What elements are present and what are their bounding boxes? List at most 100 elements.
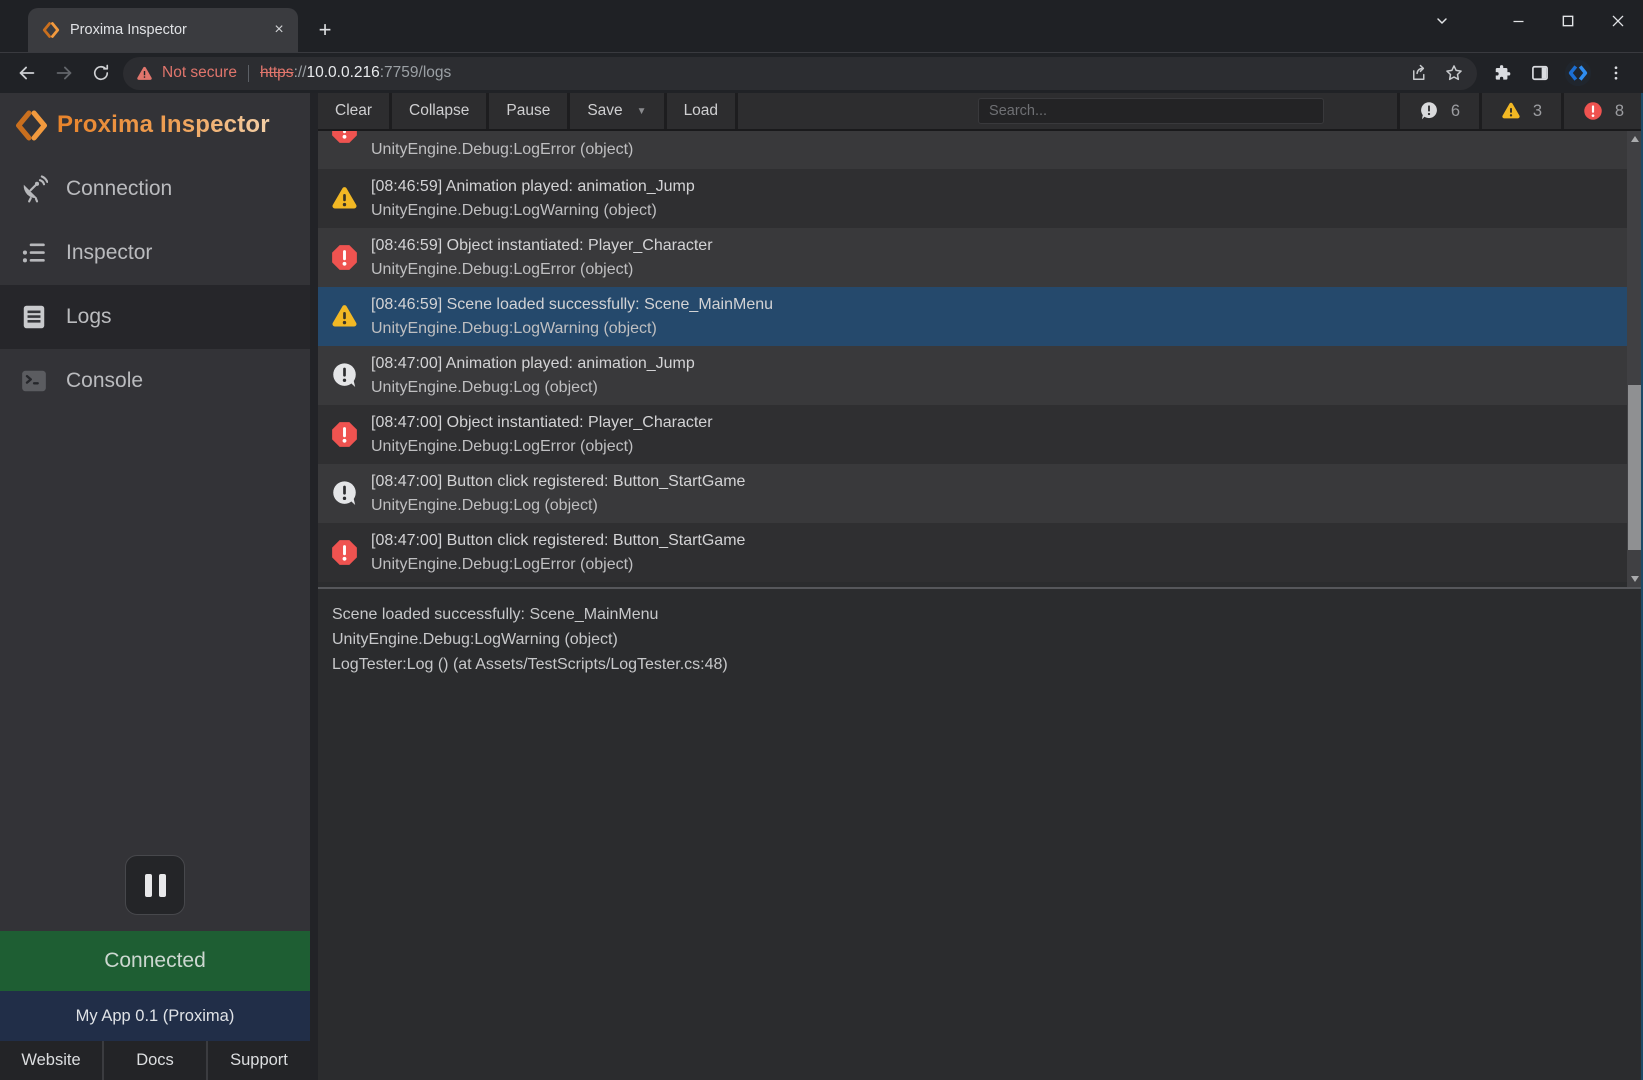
log-message: [08:46:59] Animation played: animation_J… [371, 175, 695, 199]
sidebar-item-console[interactable]: Console [0, 349, 310, 413]
app-name-label: My App 0.1 (Proxima) [0, 991, 310, 1041]
load-button[interactable]: Load [667, 93, 738, 129]
warning-triangle-icon [1501, 101, 1521, 121]
error-count-button[interactable]: 8 [1561, 93, 1643, 129]
sidebar-item-label: Connection [66, 177, 172, 201]
footer-link-docs[interactable]: Docs [102, 1041, 206, 1080]
clear-button[interactable]: Clear [318, 93, 392, 129]
connection-status-badge: Connected [0, 931, 310, 991]
sidebar-nav: Connection Inspector Logs Console [0, 157, 310, 413]
sidebar-item-label: Inspector [66, 241, 152, 265]
detail-panel: Scene loaded successfully: Scene_MainMen… [318, 589, 1643, 1080]
error-circle-icon [1583, 101, 1603, 121]
warning-icon [331, 303, 358, 330]
error-count: 8 [1615, 102, 1624, 121]
satellite-dish-icon [19, 174, 49, 204]
warning-count-button[interactable]: 3 [1479, 93, 1561, 129]
proxima-app: Proxima Inspector Connection Inspector L… [0, 93, 1643, 1080]
reload-icon[interactable] [82, 56, 119, 90]
bookmark-star-icon[interactable] [1437, 57, 1471, 90]
browser-titlebar: Proxima Inspector × + [0, 0, 1643, 52]
log-message: [08:47:00] Object instantiated: Player_C… [371, 411, 713, 435]
address-bar[interactable]: Not secure https://10.0.0.216:7759/logs [123, 57, 1477, 90]
maximize-button[interactable] [1543, 0, 1593, 42]
save-button[interactable]: Save▼ [570, 93, 666, 129]
detail-line: Scene loaded successfully: Scene_MainMen… [332, 602, 1629, 627]
log-stacktrace: UnityEngine.Debug:LogError (object) [371, 435, 713, 459]
log-row[interactable]: [08:47:00] Button click registered: Butt… [318, 523, 1643, 582]
info-bubble-icon [1419, 101, 1439, 121]
scrollbar-thumb[interactable] [1628, 385, 1642, 550]
new-tab-button[interactable]: + [310, 15, 340, 45]
info-icon [331, 480, 358, 507]
proxima-favicon-icon [42, 21, 60, 39]
log-row[interactable]: [08:47:00] Button click registered: Butt… [318, 464, 1643, 523]
app-logo: Proxima Inspector [0, 93, 310, 157]
log-message: [08:47:00] Button click registered: Butt… [371, 470, 745, 494]
minimize-button[interactable] [1493, 0, 1543, 42]
browser-tab[interactable]: Proxima Inspector × [28, 8, 298, 52]
log-row[interactable]: [08:46:59] Scene loaded successfully: Sc… [318, 287, 1643, 346]
share-icon[interactable] [1403, 57, 1437, 90]
tab-close-icon[interactable]: × [268, 19, 290, 41]
sidebar-item-label: Console [66, 369, 143, 393]
log-message: [08:47:00] Button click registered: Butt… [371, 529, 745, 553]
log-row[interactable]: UnityEngine.Debug:LogError (object) [318, 131, 1643, 169]
logs-page: Clear Collapse Pause Save▼ Load 6 3 8 [310, 93, 1643, 1080]
sidebar-item-inspector[interactable]: Inspector [0, 221, 310, 285]
bullet-list-icon [19, 238, 49, 268]
info-icon [331, 362, 358, 389]
log-row[interactable]: [08:47:00] Animation played: animation_J… [318, 346, 1643, 405]
log-row[interactable]: [08:47:00] Object instantiated: Player_C… [318, 405, 1643, 464]
pause-stream-button[interactable] [125, 855, 185, 915]
logs-toolbar: Clear Collapse Pause Save▼ Load 6 3 8 [318, 93, 1643, 131]
url-text: https://10.0.0.216:7759/logs [260, 64, 1403, 82]
log-row[interactable]: [08:46:59] Object instantiated: Player_C… [318, 228, 1643, 287]
sidebar-item-logs[interactable]: Logs [0, 285, 310, 349]
log-row[interactable]: [08:46:59] Animation played: animation_J… [318, 169, 1643, 228]
proxima-extension-icon[interactable] [1559, 56, 1597, 90]
error-icon [331, 421, 358, 448]
error-icon [331, 539, 358, 566]
detail-line: LogTester:Log () (at Assets/TestScripts/… [332, 652, 1629, 677]
back-icon[interactable] [8, 56, 45, 90]
info-count-button[interactable]: 6 [1397, 93, 1479, 129]
log-message: [08:47:00] Animation played: animation_J… [371, 352, 695, 376]
detail-line: UnityEngine.Debug:LogWarning (object) [332, 627, 1629, 652]
side-panel-icon[interactable] [1521, 56, 1559, 90]
log-stacktrace: UnityEngine.Debug:LogWarning (object) [371, 317, 773, 341]
log-stacktrace: UnityEngine.Debug:Log (object) [371, 494, 745, 518]
warning-icon [331, 185, 358, 212]
info-count: 6 [1451, 102, 1460, 121]
collapse-button[interactable]: Collapse [392, 93, 489, 129]
save-dropdown-icon[interactable]: ▼ [637, 106, 647, 117]
close-window-button[interactable] [1593, 0, 1643, 42]
forward-icon[interactable] [45, 56, 82, 90]
error-icon [331, 244, 358, 271]
sidebar-footer: WebsiteDocsSupport [0, 1041, 310, 1080]
app-title: Proxima Inspector [57, 111, 270, 139]
log-stacktrace: UnityEngine.Debug:LogWarning (object) [371, 199, 695, 223]
tab-title: Proxima Inspector [70, 22, 268, 38]
log-stacktrace: UnityEngine.Debug:Log (object) [371, 376, 695, 400]
terminal-icon [19, 366, 49, 396]
pause-button[interactable]: Pause [489, 93, 570, 129]
log-stacktrace: UnityEngine.Debug:LogError (object) [371, 258, 713, 282]
not-secure-label[interactable]: Not secure [162, 64, 237, 82]
document-icon [19, 302, 49, 332]
error-icon [331, 131, 358, 144]
footer-link-support[interactable]: Support [206, 1041, 310, 1080]
sidebar-item-label: Logs [66, 305, 112, 329]
extensions-icon[interactable] [1483, 56, 1521, 90]
sidebar-item-connection[interactable]: Connection [0, 157, 310, 221]
omnibox-divider [248, 65, 249, 82]
footer-link-website[interactable]: Website [0, 1041, 102, 1080]
log-message: [08:46:59] Scene loaded successfully: Sc… [371, 293, 773, 317]
browser-menu-icon[interactable] [1597, 56, 1635, 90]
proxima-logo-icon [15, 109, 48, 142]
sidebar-spacer [0, 413, 310, 855]
tab-search-icon[interactable] [1417, 0, 1467, 42]
log-list: UnityEngine.Debug:LogError (object) [08:… [318, 131, 1643, 587]
browser-navbar: Not secure https://10.0.0.216:7759/logs [0, 52, 1643, 93]
search-input[interactable] [978, 98, 1324, 124]
